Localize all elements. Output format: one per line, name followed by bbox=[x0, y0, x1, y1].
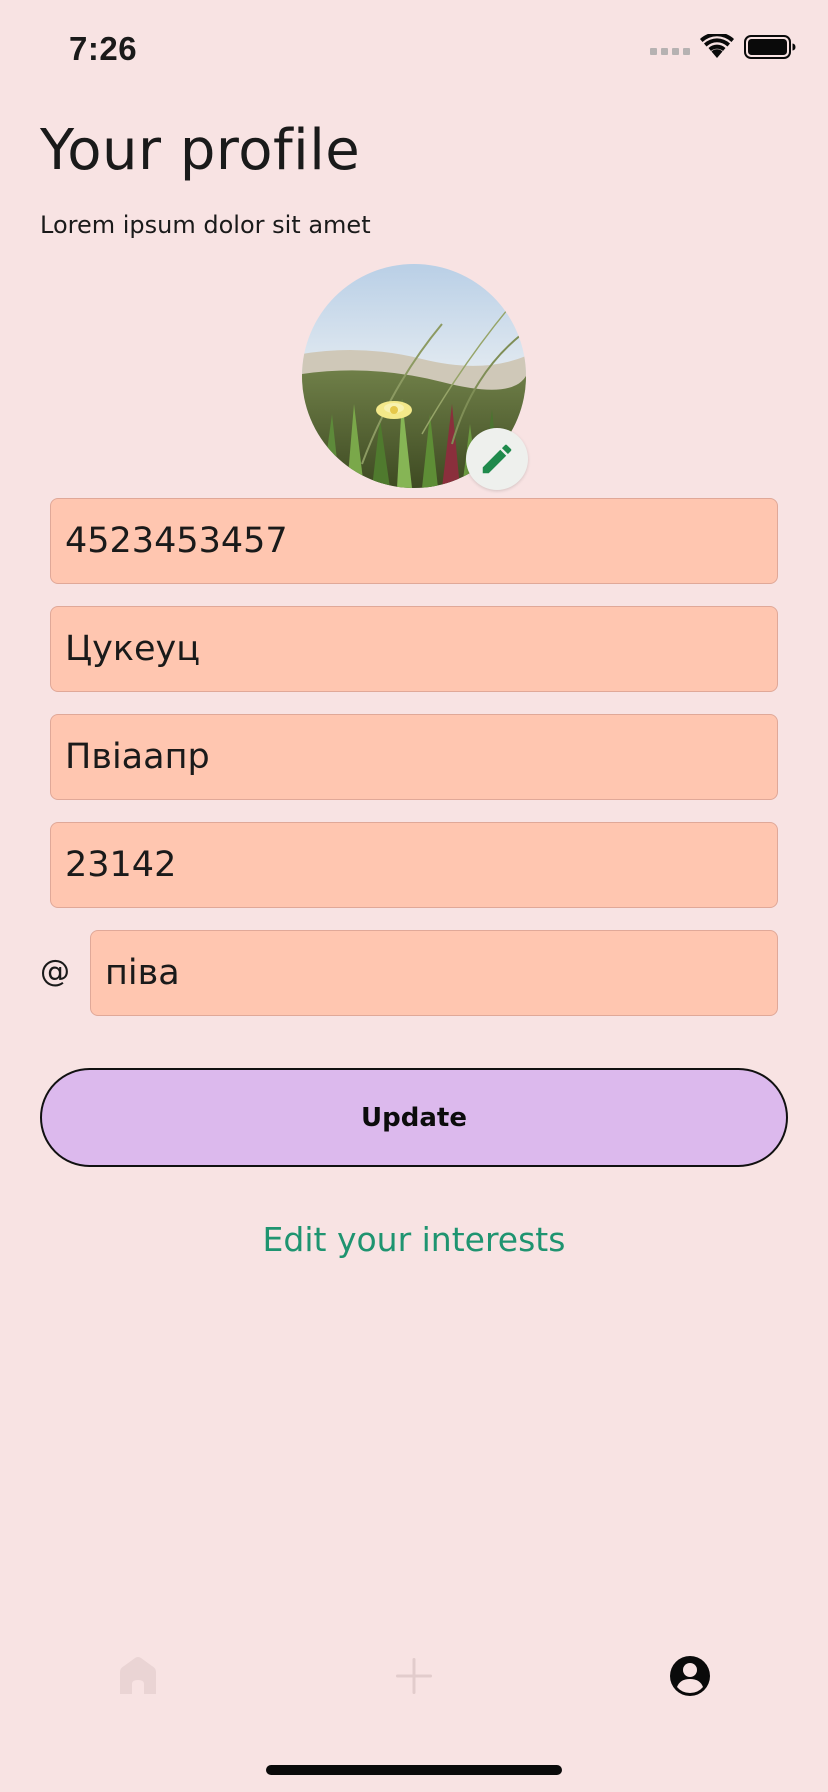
nav-profile[interactable] bbox=[666, 1652, 714, 1700]
page-title: Your profile bbox=[40, 118, 361, 183]
field-phone[interactable]: 4523453457 bbox=[50, 498, 778, 584]
field-first-name[interactable]: Цукеуц bbox=[50, 606, 778, 692]
update-button[interactable]: Update bbox=[40, 1068, 788, 1167]
wifi-icon bbox=[700, 34, 734, 58]
home-indicator[interactable] bbox=[266, 1765, 562, 1775]
profile-icon bbox=[670, 1656, 710, 1696]
handle-prefix: @ bbox=[40, 954, 70, 989]
field-last-name[interactable]: Пвіаапр bbox=[50, 714, 778, 800]
page-subtitle: Lorem ipsum dolor sit amet bbox=[40, 211, 371, 239]
add-icon bbox=[396, 1658, 432, 1694]
field-number-value: 23142 bbox=[65, 845, 177, 885]
home-icon bbox=[120, 1657, 156, 1694]
pencil-icon bbox=[482, 444, 512, 474]
field-number[interactable]: 23142 bbox=[50, 822, 778, 908]
edit-avatar-button[interactable] bbox=[466, 428, 528, 490]
nav-add[interactable] bbox=[390, 1652, 438, 1700]
cellular-signal-icon bbox=[650, 40, 690, 55]
field-phone-value: 4523453457 bbox=[65, 521, 288, 561]
status-time: 7:26 bbox=[69, 30, 138, 67]
battery-icon bbox=[744, 35, 796, 59]
field-last-name-value: Пвіаапр bbox=[65, 737, 210, 777]
field-first-name-value: Цукеуц bbox=[65, 629, 201, 669]
edit-interests-link[interactable]: Edit your interests bbox=[0, 1220, 828, 1259]
field-handle[interactable]: піва bbox=[90, 930, 778, 1016]
field-handle-value: піва bbox=[105, 953, 180, 993]
status-icons bbox=[650, 34, 796, 60]
nav-home[interactable] bbox=[114, 1652, 162, 1700]
